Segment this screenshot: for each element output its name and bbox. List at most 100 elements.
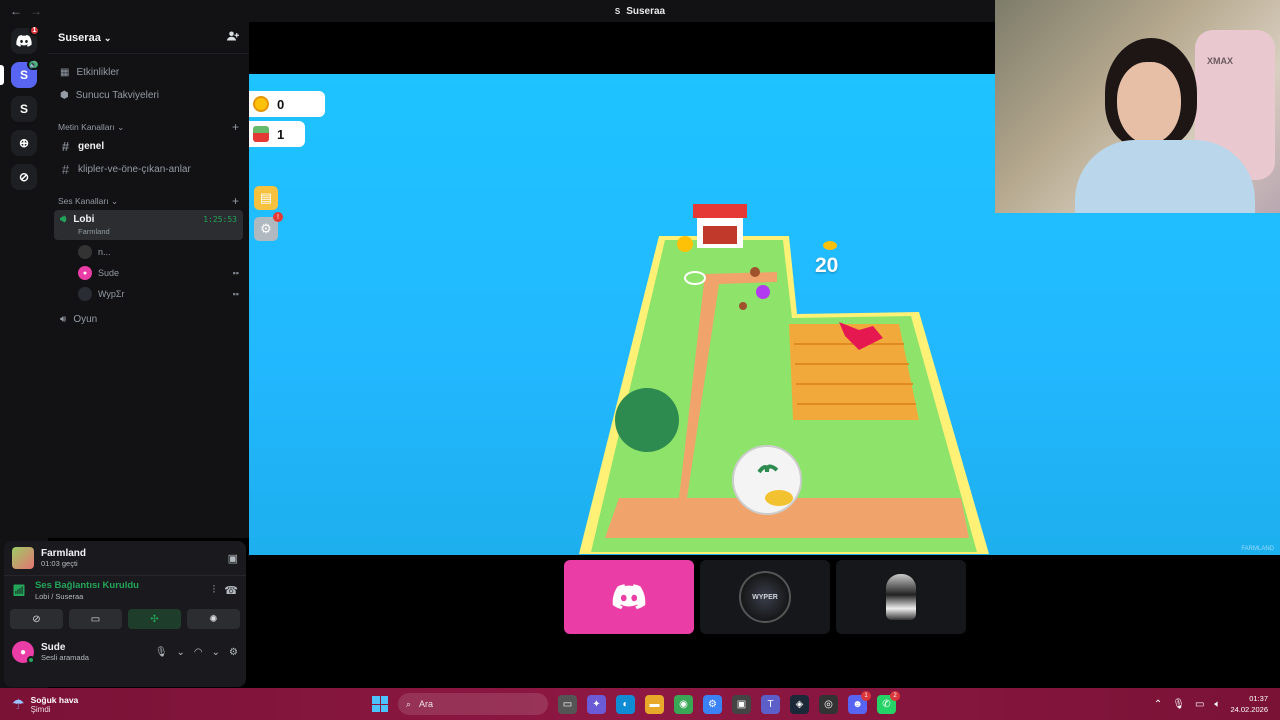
add-server-button[interactable]: ⊕: [11, 130, 37, 156]
search-icon: ⌕: [406, 698, 412, 709]
sidebar-item-events[interactable]: ▦ Etkinlikler: [54, 61, 243, 83]
chevron-down-icon[interactable]: ⌄: [212, 647, 220, 658]
block-count: 1: [277, 126, 285, 142]
sidebar-item-label: Etkinlikler: [76, 66, 120, 78]
online-status-dot: [27, 656, 35, 664]
microphone-icon[interactable]: 🎙︎: [1172, 699, 1185, 710]
unread-badge: 1: [29, 25, 40, 36]
task-view-icon[interactable]: ▭: [558, 694, 577, 714]
gear-icon[interactable]: ⚙: [229, 647, 238, 658]
forward-arrow-icon[interactable]: →: [30, 4, 42, 18]
camera-button[interactable]: ⊘: [10, 609, 63, 629]
channel-name: genel: [78, 140, 105, 152]
map-button[interactable]: ▤: [254, 186, 278, 210]
participant-tile-wyper[interactable]: WYPER: [700, 560, 830, 634]
participant-tile-n[interactable]: [836, 560, 966, 634]
voice-member[interactable]: ● Sude ▪▪: [74, 263, 243, 283]
category-text-channels[interactable]: Metin Kanalları ⌄ +: [58, 120, 239, 134]
coin-popup: 20: [815, 241, 839, 278]
calendar-icon: ▦: [60, 66, 70, 78]
screen-share-button[interactable]: ▭: [69, 609, 122, 629]
server-s[interactable]: S: [11, 96, 37, 122]
sidebar-item-boosts[interactable]: ⬢ Sunucu Takviyeleri: [54, 84, 243, 106]
server-suseraa[interactable]: S 🔊: [0, 59, 40, 88]
chevron-down-icon[interactable]: ⌄: [177, 647, 185, 658]
chrome-icon[interactable]: ◉: [674, 694, 693, 714]
voice-connection: 📶︎ Ses Bağlantısı Kuruldu Lobi / Suseraa…: [4, 575, 246, 605]
voice-channel-oyun[interactable]: 🔊︎ Oyun: [54, 308, 243, 330]
connection-location[interactable]: Lobi / Suseraa: [35, 592, 139, 601]
boost-gem-icon: ⬢: [60, 89, 69, 101]
taskbar-search[interactable]: ⌕ Ara: [398, 693, 548, 715]
chevron-up-icon[interactable]: ⌃: [1154, 699, 1162, 710]
network-icon[interactable]: ▭: [1195, 699, 1204, 710]
activity-settings-icon[interactable]: ▣: [228, 552, 238, 565]
soundboard-icon: ✺: [209, 613, 218, 625]
coin-icon: [823, 241, 837, 250]
soundboard-button[interactable]: ✺: [187, 609, 240, 629]
disconnect-icon[interactable]: ☎: [224, 584, 238, 597]
edge-icon[interactable]: ◐: [616, 694, 635, 714]
obs-icon[interactable]: ◎: [819, 694, 838, 714]
voice-activity-badge: 🔊: [27, 59, 40, 70]
discord-taskbar-icon[interactable]: ☻ 1: [848, 690, 871, 714]
coin-count: 0: [277, 96, 285, 112]
voice-channel-name: Oyun: [73, 313, 98, 325]
speaker-icon: 🔊︎: [60, 214, 67, 225]
category-voice-channels[interactable]: Ses Kanalları ⌄ +: [58, 194, 239, 208]
clock[interactable]: 01:37 24.02.2026: [1230, 693, 1268, 715]
store-icon[interactable]: ▣: [732, 694, 751, 714]
volume-icon[interactable]: 🔈︎: [1214, 699, 1220, 710]
system-tray: ⌃ 🎙︎ ▭ 🔈︎ 01:37 24.02.2026: [1154, 693, 1268, 715]
voice-channel-lobi[interactable]: 🔊︎ Lobi 1:25:53 Farmland: [54, 210, 243, 240]
server-initial: S: [19, 68, 28, 82]
copilot-icon[interactable]: ✦: [587, 694, 606, 714]
member-name: WypΣr: [98, 289, 125, 299]
invite-people-icon[interactable]: [227, 30, 239, 45]
participant-tiles: WYPER: [564, 560, 966, 634]
avatar: ●: [12, 641, 35, 664]
start-button[interactable]: [372, 696, 388, 712]
coin-counter: 0: [249, 91, 325, 117]
voice-member[interactable]: n...: [74, 242, 243, 262]
direct-messages-button[interactable]: 1: [11, 25, 40, 54]
voice-timer: 1:25:53: [203, 215, 237, 224]
create-channel-icon[interactable]: +: [232, 120, 239, 134]
steam-icon[interactable]: ◈: [790, 694, 809, 714]
connection-status[interactable]: Ses Bağlantısı Kuruldu: [35, 580, 139, 591]
noise-suppression-icon[interactable]: ⫶: [213, 584, 216, 597]
activities-button[interactable]: ✣: [128, 609, 181, 629]
guild-header[interactable]: Suseraa ⌄: [48, 22, 249, 54]
back-arrow-icon[interactable]: ←: [10, 4, 22, 18]
user-info[interactable]: ● Sude Sesli aramada 🎙︎ ⌄ ◠ ⌄ ⚙: [4, 635, 246, 669]
channel-klipler[interactable]: # klipler-ve-öne-çıkan-anlar: [54, 158, 243, 180]
create-channel-icon[interactable]: +: [232, 194, 239, 208]
participant-tile-sude[interactable]: [564, 560, 694, 634]
streamer-body: [1075, 140, 1255, 213]
active-server-pill: [0, 65, 4, 85]
activity-card[interactable]: Farmland 01:03 geçti ▣: [4, 541, 246, 575]
map-icon: ▤: [259, 190, 273, 205]
avatar: [78, 245, 92, 259]
avatar-logo-text: WYPER: [752, 593, 778, 601]
windows-taskbar: ☂ Soğuk hava Şimdi ⌕ Ara ▭ ✦ ◐ ▬ ◉ ⚙ ▣ T…: [0, 688, 1280, 720]
notification-badge: 2: [890, 690, 900, 701]
avatar: [78, 287, 92, 301]
taskbar-apps: ⌕ Ara ▭ ✦ ◐ ▬ ◉ ⚙ ▣ T ◈ ◎ ☻ 1 ✆ 2: [372, 690, 900, 715]
discover-button[interactable]: ⊘: [11, 164, 37, 190]
user-panel: Farmland 01:03 geçti ▣ 📶︎ Ses Bağlantısı…: [4, 541, 246, 687]
teams-icon[interactable]: T: [761, 694, 780, 714]
headphones-icon[interactable]: ◠: [194, 647, 203, 658]
game-settings-button[interactable]: ⚙ !: [254, 212, 283, 241]
weather-widget[interactable]: ☂ Soğuk hava Şimdi: [12, 695, 372, 714]
coin-popup-value: 20: [815, 254, 839, 277]
server-badge: S: [614, 6, 621, 16]
voice-member[interactable]: WypΣr ▪▪: [74, 284, 243, 304]
file-explorer-icon[interactable]: ▬: [645, 694, 664, 714]
alert-badge: !: [273, 212, 283, 222]
whatsapp-icon[interactable]: ✆ 2: [877, 690, 900, 714]
microphone-icon[interactable]: 🎙︎: [155, 647, 168, 658]
channel-genel[interactable]: # genel: [54, 135, 243, 157]
settings-app-icon[interactable]: ⚙: [703, 694, 722, 714]
voice-activity-label: Farmland: [78, 227, 110, 236]
